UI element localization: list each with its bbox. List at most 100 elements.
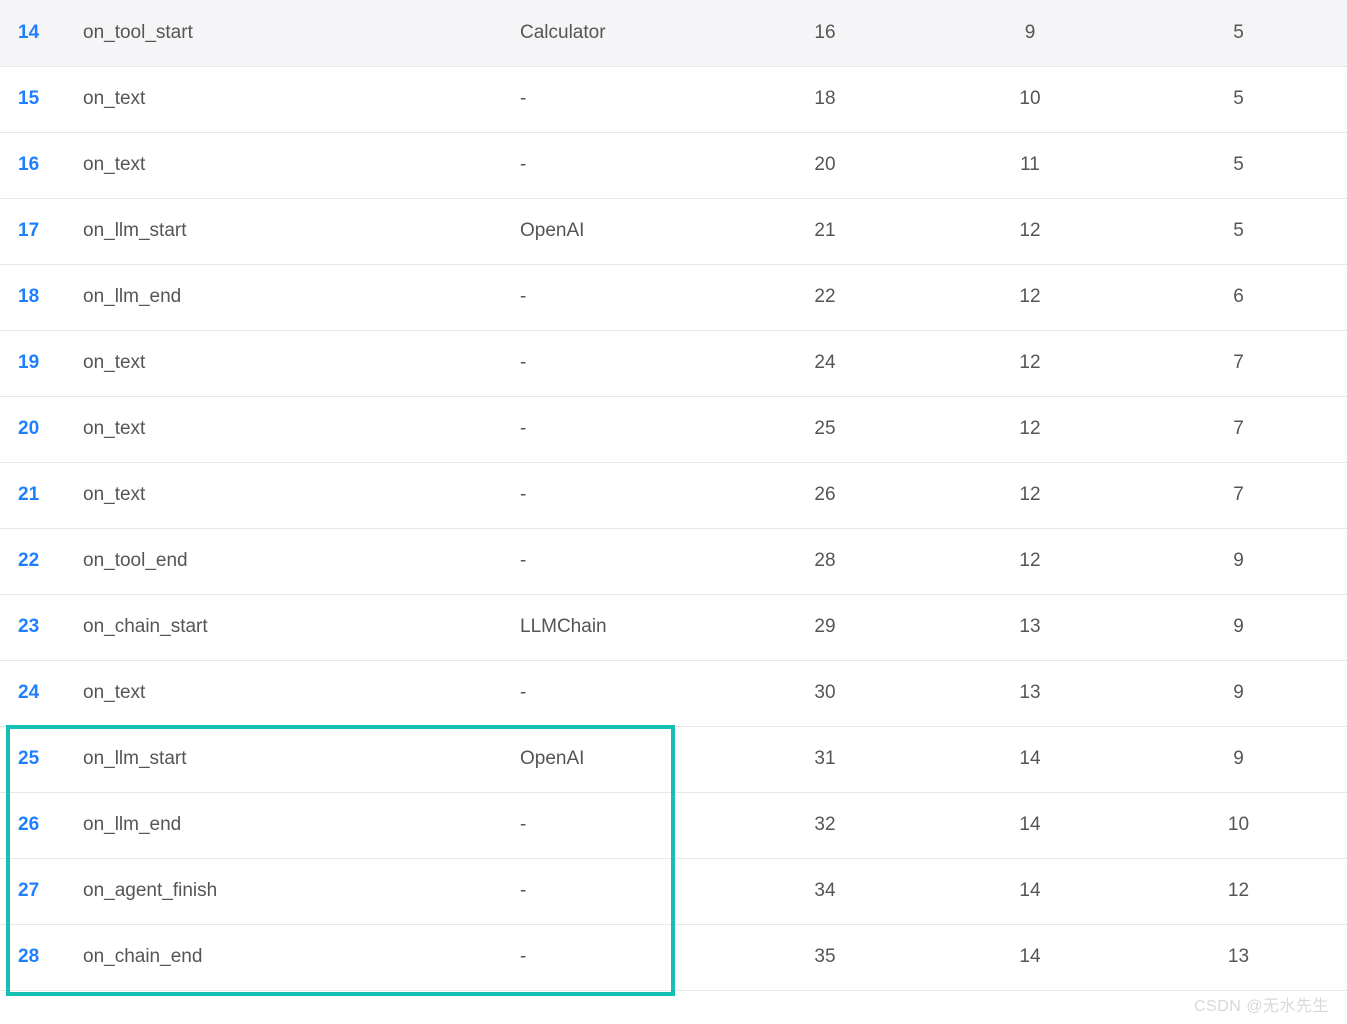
row-index: 18 [0, 264, 83, 330]
row-index: 19 [0, 330, 83, 396]
table-row: 21on_text-26127 [0, 462, 1347, 528]
source-name: - [520, 528, 720, 594]
col4-value: 10 [930, 66, 1130, 132]
event-name: on_text [83, 66, 520, 132]
source-name: - [520, 924, 720, 990]
table-row: 23on_chain_startLLMChain29139 [0, 594, 1347, 660]
table-row: 19on_text-24127 [0, 330, 1347, 396]
col4-value: 13 [930, 594, 1130, 660]
col5-value: 12 [1130, 858, 1347, 924]
event-name: on_text [83, 660, 520, 726]
col3-value: 32 [720, 792, 930, 858]
col5-value: 9 [1130, 594, 1347, 660]
row-index: 17 [0, 198, 83, 264]
event-table: 14on_tool_startCalculator169515on_text-1… [0, 0, 1347, 991]
source-name: - [520, 264, 720, 330]
col4-value: 14 [930, 924, 1130, 990]
table-row: 22on_tool_end-28129 [0, 528, 1347, 594]
source-name: OpenAI [520, 198, 720, 264]
event-name: on_llm_end [83, 264, 520, 330]
col3-value: 30 [720, 660, 930, 726]
col5-value: 9 [1130, 726, 1347, 792]
row-index: 14 [0, 0, 83, 66]
event-name: on_tool_end [83, 528, 520, 594]
col5-value: 5 [1130, 132, 1347, 198]
source-name: - [520, 462, 720, 528]
source-name: - [520, 792, 720, 858]
col3-value: 16 [720, 0, 930, 66]
row-index: 26 [0, 792, 83, 858]
event-name: on_llm_start [83, 726, 520, 792]
table-row: 14on_tool_startCalculator1695 [0, 0, 1347, 66]
col3-value: 25 [720, 396, 930, 462]
event-name: on_text [83, 330, 520, 396]
source-name: - [520, 66, 720, 132]
table-row: 18on_llm_end-22126 [0, 264, 1347, 330]
table-row: 15on_text-18105 [0, 66, 1347, 132]
table-row: 17on_llm_startOpenAI21125 [0, 198, 1347, 264]
col3-value: 35 [720, 924, 930, 990]
event-name: on_chain_start [83, 594, 520, 660]
col4-value: 12 [930, 198, 1130, 264]
table-row: 27on_agent_finish-341412 [0, 858, 1347, 924]
col5-value: 5 [1130, 0, 1347, 66]
source-name: Calculator [520, 0, 720, 66]
col4-value: 12 [930, 396, 1130, 462]
event-name: on_chain_end [83, 924, 520, 990]
col4-value: 14 [930, 726, 1130, 792]
col4-value: 14 [930, 858, 1130, 924]
table-row: 28on_chain_end-351413 [0, 924, 1347, 990]
col5-value: 13 [1130, 924, 1347, 990]
event-name: on_text [83, 396, 520, 462]
col5-value: 9 [1130, 528, 1347, 594]
source-name: OpenAI [520, 726, 720, 792]
col4-value: 12 [930, 462, 1130, 528]
source-name: LLMChain [520, 594, 720, 660]
row-index: 20 [0, 396, 83, 462]
row-index: 27 [0, 858, 83, 924]
source-name: - [520, 858, 720, 924]
col4-value: 12 [930, 264, 1130, 330]
row-index: 23 [0, 594, 83, 660]
event-name: on_text [83, 132, 520, 198]
col3-value: 29 [720, 594, 930, 660]
row-index: 21 [0, 462, 83, 528]
source-name: - [520, 660, 720, 726]
col4-value: 13 [930, 660, 1130, 726]
table-row: 26on_llm_end-321410 [0, 792, 1347, 858]
col4-value: 12 [930, 330, 1130, 396]
event-name: on_llm_end [83, 792, 520, 858]
source-name: - [520, 396, 720, 462]
col3-value: 18 [720, 66, 930, 132]
col5-value: 7 [1130, 462, 1347, 528]
col5-value: 5 [1130, 198, 1347, 264]
col5-value: 6 [1130, 264, 1347, 330]
col4-value: 12 [930, 528, 1130, 594]
watermark: CSDN @无水先生 [1194, 992, 1329, 1016]
col4-value: 11 [930, 132, 1130, 198]
col4-value: 9 [930, 0, 1130, 66]
col3-value: 24 [720, 330, 930, 396]
row-index: 16 [0, 132, 83, 198]
table-row: 16on_text-20115 [0, 132, 1347, 198]
col5-value: 7 [1130, 396, 1347, 462]
col3-value: 22 [720, 264, 930, 330]
col3-value: 31 [720, 726, 930, 792]
col3-value: 21 [720, 198, 930, 264]
event-table-container: 14on_tool_startCalculator169515on_text-1… [0, 0, 1347, 991]
source-name: - [520, 132, 720, 198]
table-row: 20on_text-25127 [0, 396, 1347, 462]
source-name: - [520, 330, 720, 396]
col5-value: 5 [1130, 66, 1347, 132]
table-row: 24on_text-30139 [0, 660, 1347, 726]
col5-value: 10 [1130, 792, 1347, 858]
event-name: on_tool_start [83, 0, 520, 66]
row-index: 28 [0, 924, 83, 990]
col3-value: 34 [720, 858, 930, 924]
row-index: 24 [0, 660, 83, 726]
col3-value: 26 [720, 462, 930, 528]
col4-value: 14 [930, 792, 1130, 858]
event-name: on_text [83, 462, 520, 528]
col5-value: 7 [1130, 330, 1347, 396]
event-name: on_llm_start [83, 198, 520, 264]
